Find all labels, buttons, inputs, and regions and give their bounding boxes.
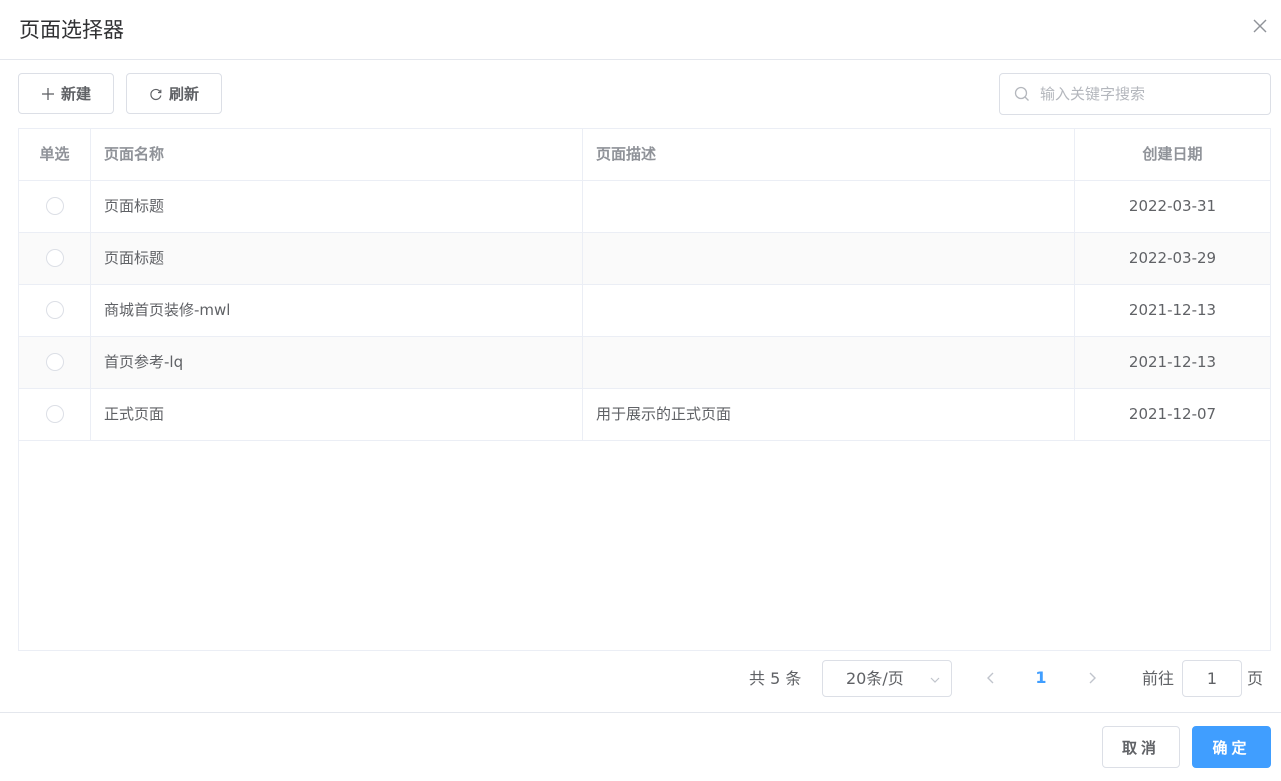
- confirm-button[interactable]: 确定: [1192, 726, 1271, 768]
- footer-divider: [0, 712, 1281, 713]
- table-row[interactable]: 页面标题 2022-03-29: [19, 233, 1270, 285]
- search-box: [999, 73, 1271, 115]
- row-name: 商城首页装修-mwl: [91, 285, 583, 336]
- refresh-button-label: 刷新: [168, 85, 199, 103]
- pages-table: 单选 页面名称 页面描述 创建日期 页面标题 2022-03-31 页面标题 2…: [18, 128, 1271, 651]
- table-row[interactable]: 正式页面 用于展示的正式页面 2021-12-07: [19, 389, 1270, 441]
- row-date: 2021-12-13: [1128, 301, 1217, 319]
- page-size-select[interactable]: 20条/页: [822, 660, 952, 697]
- column-header-desc: 页面描述: [583, 129, 1075, 180]
- row-name: 页面标题: [91, 233, 583, 284]
- row-radio[interactable]: [45, 352, 64, 371]
- search-icon: [1014, 86, 1029, 101]
- refresh-button[interactable]: 刷新: [126, 73, 222, 114]
- refresh-icon: [150, 88, 162, 100]
- row-radio[interactable]: [45, 196, 64, 215]
- dialog-title: 页面选择器: [19, 18, 124, 42]
- row-desc: [583, 337, 1075, 388]
- column-header-name: 页面名称: [91, 129, 583, 180]
- search-input[interactable]: [1040, 74, 1260, 114]
- row-radio[interactable]: [45, 248, 64, 267]
- page-number-current[interactable]: 1: [1030, 666, 1052, 690]
- chevron-right-icon[interactable]: [1083, 669, 1101, 687]
- table-row[interactable]: 页面标题 2022-03-31: [19, 181, 1270, 233]
- row-name: 正式页面: [91, 389, 583, 440]
- cancel-button[interactable]: 取消: [1102, 726, 1180, 768]
- chevron-left-icon[interactable]: [982, 669, 1000, 687]
- row-name: 页面标题: [91, 181, 583, 232]
- row-desc: 用于展示的正式页面: [583, 389, 1075, 440]
- row-name: 首页参考-lq: [91, 337, 583, 388]
- row-date: 2021-12-13: [1128, 353, 1217, 371]
- chevron-down-icon: [930, 677, 940, 683]
- plus-icon: [41, 87, 54, 100]
- goto-page-input[interactable]: [1182, 660, 1242, 697]
- row-date: 2021-12-07: [1128, 405, 1217, 423]
- table-row[interactable]: 首页参考-lq 2021-12-13: [19, 337, 1270, 389]
- close-icon[interactable]: [1250, 16, 1270, 36]
- column-header-select: 单选: [19, 129, 91, 180]
- row-date: 2022-03-31: [1128, 197, 1217, 215]
- goto-unit: 页: [1247, 669, 1264, 688]
- row-radio[interactable]: [45, 300, 64, 319]
- column-header-date: 创建日期: [1142, 145, 1203, 163]
- row-desc: [583, 233, 1075, 284]
- goto-label: 前往: [1142, 669, 1175, 688]
- row-date: 2022-03-29: [1128, 249, 1217, 267]
- dialog-header: 页面选择器: [0, 0, 1281, 60]
- row-desc: [583, 181, 1075, 232]
- pagination-total: 共 5 条: [749, 669, 802, 688]
- table-header-row: 单选 页面名称 页面描述 创建日期: [19, 129, 1270, 181]
- row-desc: [583, 285, 1075, 336]
- row-radio[interactable]: [45, 404, 64, 423]
- new-button[interactable]: 新建: [18, 73, 114, 114]
- new-button-label: 新建: [60, 85, 91, 103]
- table-row[interactable]: 商城首页装修-mwl 2021-12-13: [19, 285, 1270, 337]
- page-size-value: 20条/页: [846, 669, 904, 688]
